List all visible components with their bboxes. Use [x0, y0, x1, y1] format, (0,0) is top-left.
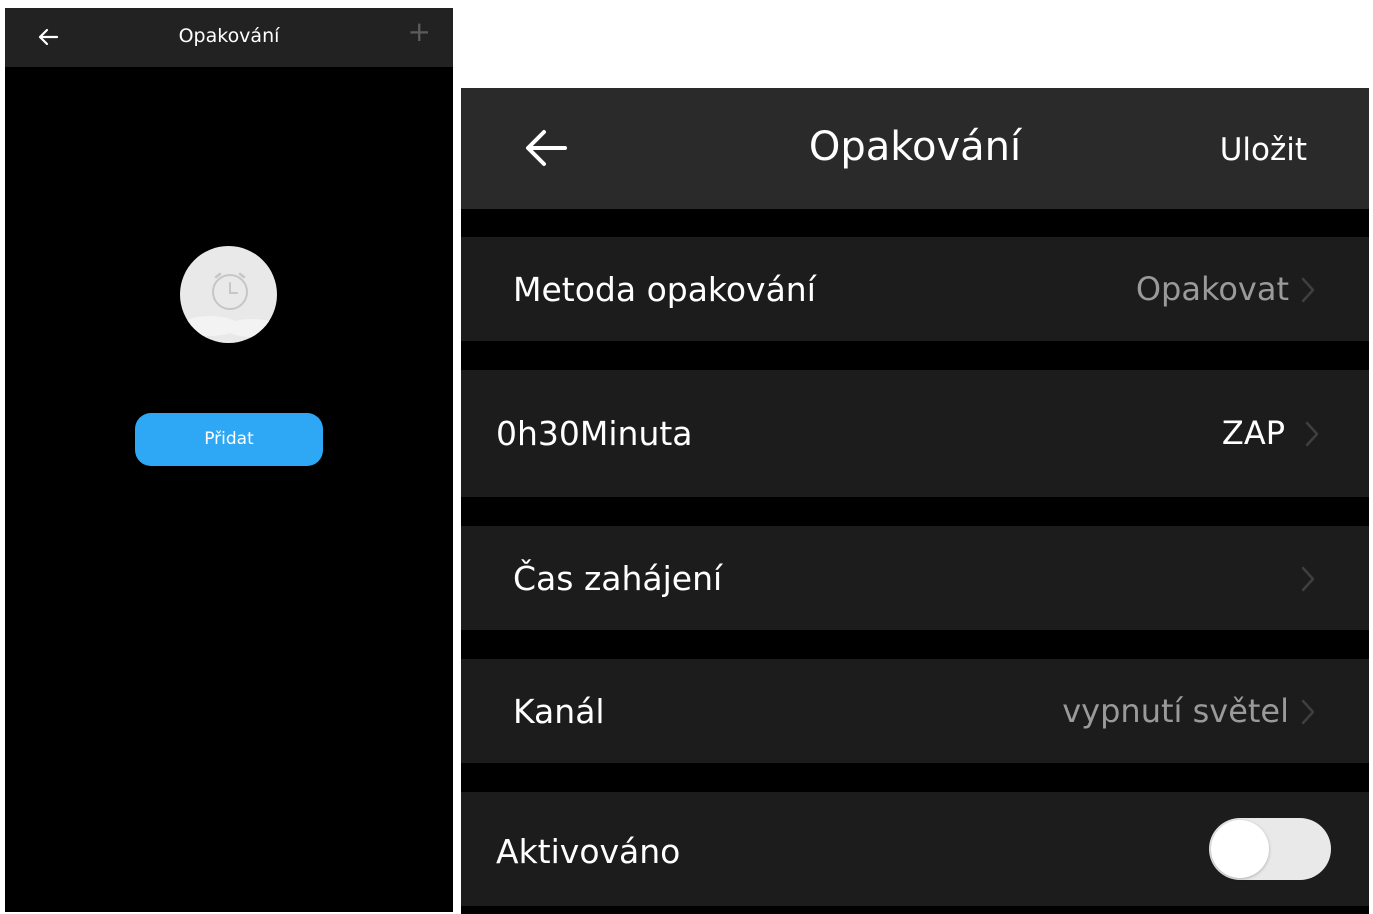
row-value: vypnutí světel	[1062, 692, 1289, 730]
settings-row-method[interactable]: Metoda opakování Opakovat	[461, 237, 1369, 341]
left-header: Opakování +	[5, 8, 453, 67]
chevron-right-icon	[1303, 419, 1321, 449]
toggle-knob	[1211, 820, 1269, 878]
page-title: Opakování	[178, 25, 280, 47]
add-button[interactable]: Přidat	[135, 413, 323, 466]
settings-row-start-time[interactable]: Čas zahájení	[461, 526, 1369, 630]
row-value: Opakovat	[1135, 270, 1289, 308]
settings-row-duration[interactable]: 0h30Minuta ZAP	[461, 370, 1369, 497]
left-screen: Opakování + Přidat	[5, 8, 453, 912]
settings-row-channel[interactable]: Kanál vypnutí světel	[461, 659, 1369, 763]
row-label: Aktivováno	[496, 832, 681, 871]
right-screen: Opakování Uložit Metoda opakování Opakov…	[461, 88, 1369, 914]
chevron-right-icon	[1299, 697, 1317, 727]
row-label: Metoda opakování	[513, 270, 816, 309]
add-plus-button[interactable]: +	[408, 18, 431, 46]
alarm-clock-icon	[180, 246, 277, 343]
right-header: Opakování Uložit	[461, 88, 1369, 209]
row-label: Kanál	[513, 692, 605, 731]
enabled-toggle[interactable]	[1209, 818, 1331, 880]
settings-row-enabled: Aktivováno	[461, 792, 1369, 906]
row-label: 0h30Minuta	[496, 414, 693, 453]
chevron-right-icon	[1299, 275, 1317, 305]
chevron-right-icon	[1299, 564, 1317, 594]
row-value: ZAP	[1221, 414, 1285, 452]
row-label: Čas zahájení	[513, 559, 723, 598]
save-button[interactable]: Uložit	[1220, 132, 1307, 168]
